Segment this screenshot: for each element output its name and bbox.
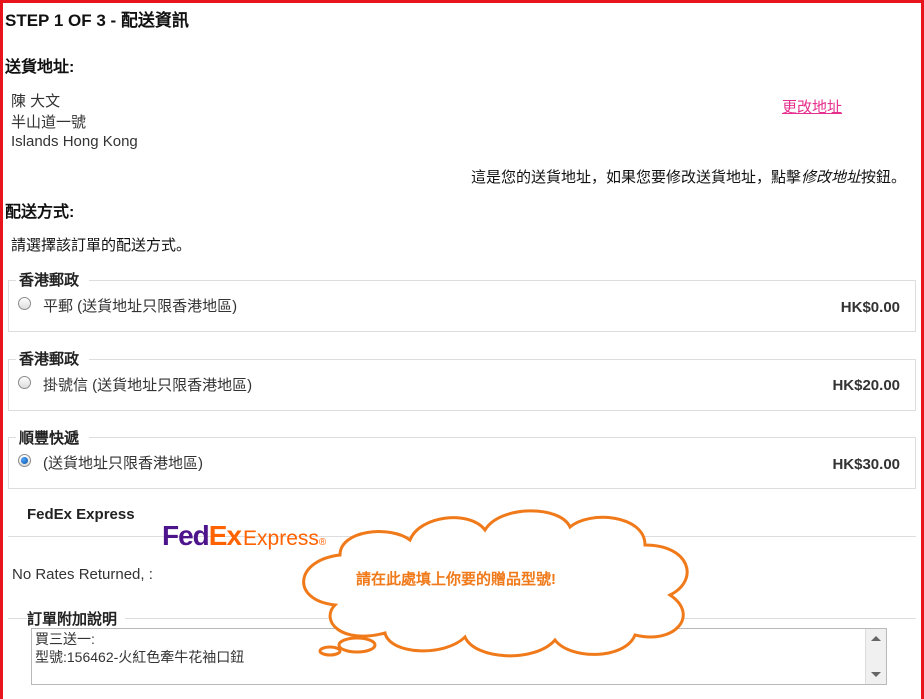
change-address-link[interactable]: 更改地址: [782, 96, 842, 117]
address-line-name: 陳 大文: [11, 93, 61, 110]
shipping-method-title: 配送方式:: [5, 204, 75, 221]
address-note: 這是您的送貨地址，如果您要修改送貨地址，點擊修改地址按鈕。: [471, 166, 906, 187]
shipping-option-label[interactable]: (送貨地址只限香港地區): [43, 452, 203, 473]
shipping-instruction: 請選擇該訂單的配送方式。: [11, 237, 192, 254]
shipping-option-group: 香港郵政: [16, 348, 90, 369]
scroll-up-arrow-icon[interactable]: [871, 636, 881, 641]
fedex-logo-fed: Fed: [162, 520, 210, 551]
shipping-option-price: HK$20.00: [832, 377, 900, 394]
shipping-option-label[interactable]: 平郵 (送貨地址只限香港地區): [43, 295, 237, 316]
step-title: STEP 1 OF 3 - 配送資訊: [5, 11, 189, 30]
shipping-option-price: HK$0.00: [840, 299, 900, 316]
address-note-suffix: 按鈕。: [860, 169, 906, 186]
order-note-scrollbar[interactable]: [865, 629, 886, 684]
shipping-option-radio-selected[interactable]: [18, 454, 31, 467]
shipping-option-group: 順豐快遞: [16, 427, 90, 448]
shipping-address-title: 送貨地址:: [5, 59, 75, 76]
shipping-option-radio[interactable]: [18, 297, 31, 310]
address-line-street: 半山道一號: [11, 114, 87, 131]
address-note-text: 這是您的送貨地址，如果您要修改送貨地址，點擊: [470, 169, 801, 186]
scroll-down-arrow-icon[interactable]: [871, 672, 881, 677]
fedex-no-rates-message: No Rates Returned, :: [12, 566, 153, 583]
shipping-option-group: 香港郵政: [16, 269, 90, 290]
address-note-emphasis: 修改地址: [800, 169, 861, 186]
shipping-option-label[interactable]: 掛號信 (送貨地址只限香港地區): [43, 374, 252, 395]
order-note-title: 訂單附加說明: [27, 608, 126, 629]
callout-bubble-large: [337, 636, 377, 654]
shipping-option-price: HK$30.00: [832, 456, 900, 473]
callout-text: 請在此處填上你要的贈品型號!: [356, 571, 556, 588]
shipping-option-radio[interactable]: [18, 376, 31, 389]
address-line-region: Islands Hong Kong: [11, 133, 138, 150]
fedex-logo-ex: Ex: [208, 520, 242, 551]
fedex-group-label: FedEx Express: [27, 506, 135, 523]
callout-bubble-small: [318, 645, 342, 657]
